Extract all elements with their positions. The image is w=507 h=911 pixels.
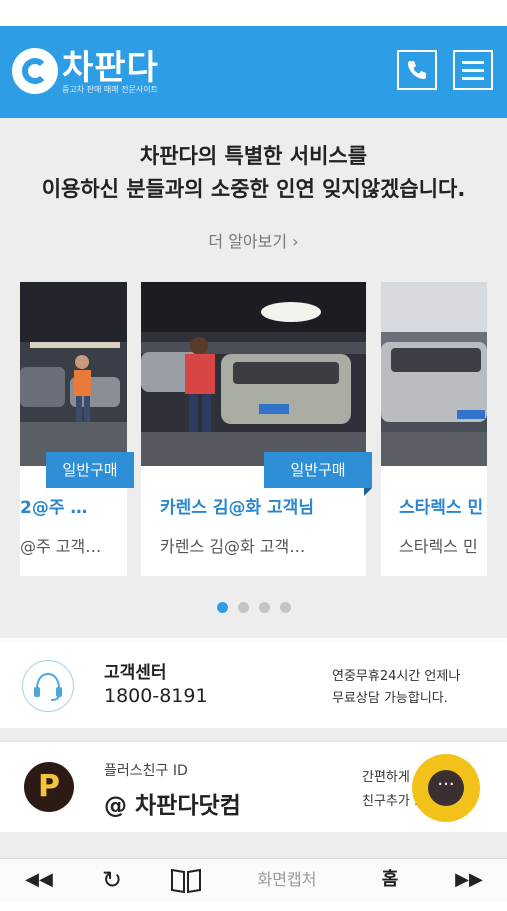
status-strip <box>0 0 507 26</box>
phone-button[interactable] <box>397 50 437 90</box>
card-subtitle: 스타렉스 민 <box>399 537 478 556</box>
home-button[interactable]: 홈 <box>370 859 410 901</box>
cs-desc-line1: 연중무휴24시간 언제나 <box>332 669 461 684</box>
separator <box>0 832 507 858</box>
review-card[interactable] <box>20 282 127 576</box>
menu-button[interactable] <box>453 50 493 90</box>
card-photo <box>141 282 366 466</box>
badge-fold <box>364 488 372 496</box>
reload-button[interactable]: ↻ <box>92 859 132 901</box>
card-title: 스타렉스 민 <box>399 498 484 518</box>
promo-title-line1: 차판다의 특별한 서비스를 <box>139 144 368 168</box>
customer-center-label: 고객센터 <box>104 663 167 683</box>
learn-more-link[interactable]: 더 알아보기 › <box>0 228 507 252</box>
card-subtitle: 카렌스 김@화 고객… <box>160 537 306 556</box>
card-title: 카렌스 김@화 고객님 <box>160 498 314 518</box>
brand-name[interactable]: 차판다 <box>62 40 159 89</box>
back-button[interactable]: ◀◀ <box>14 859 64 901</box>
review-card[interactable] <box>381 282 487 576</box>
card-photo <box>20 282 127 466</box>
headset-icon <box>22 660 74 712</box>
browser-bottom-bar: ◀◀ ↻ 화면캡처 홈 ▶▶ <box>0 858 507 901</box>
more-icon: ··· <box>428 770 464 806</box>
carousel-dot[interactable] <box>258 602 270 613</box>
bookmark-button[interactable] <box>164 859 208 901</box>
customer-center-desc: 연중무휴24시간 언제나 무료상담 가능합니다. <box>332 666 460 710</box>
promo-title: 차판다의 특별한 서비스를 이용하신 분들과의 소중한 인연 잊지않겠습니다. <box>0 140 507 206</box>
carousel-pagination <box>0 598 507 617</box>
plus-friend-id: @ 차판다닷컴 <box>104 793 241 819</box>
right-edge-cover <box>487 282 507 576</box>
brand-logo[interactable] <box>12 48 58 94</box>
card-badge: 일반구매 <box>264 452 372 488</box>
chat-fab-button[interactable]: ··· <box>412 754 480 822</box>
separator <box>0 728 507 742</box>
brand-tagline: 중고차 판매 매매 전문사이트 <box>62 85 158 94</box>
plus-friend-icon: P <box>24 762 74 812</box>
card-title: 2@주 … <box>20 498 88 518</box>
bookmark-icon <box>171 868 201 894</box>
forward-button[interactable]: ▶▶ <box>444 859 494 901</box>
card-photo <box>381 282 487 466</box>
screen-capture-button[interactable]: 화면캡처 <box>240 859 334 901</box>
customer-center-phone[interactable]: 1800-8191 <box>104 685 208 707</box>
card-subtitle: @주 고객… <box>20 537 102 556</box>
logo-mark-icon <box>22 58 48 84</box>
carousel-dot[interactable] <box>279 602 291 613</box>
phone-icon <box>408 61 426 79</box>
carousel-dot[interactable] <box>237 602 249 613</box>
promo-title-line2: 이용하신 분들과의 소중한 인연 잊지않겠습니다. <box>41 177 466 201</box>
card-badge: 일반구매 <box>46 452 134 488</box>
carousel-dot[interactable] <box>216 602 228 613</box>
cs-desc-line2: 무료상담 가능합니다. <box>332 691 448 706</box>
review-card[interactable] <box>141 282 366 576</box>
plus-friend-label: 플러스친구 ID <box>104 763 188 779</box>
